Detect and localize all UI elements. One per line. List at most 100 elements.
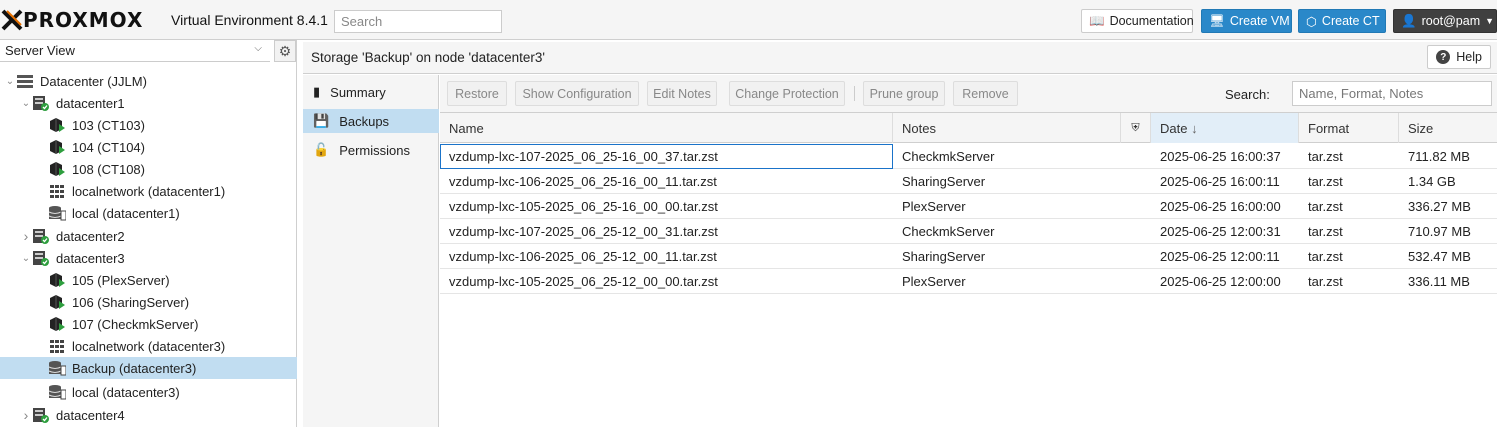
tree-item-label: datacenter1 bbox=[56, 95, 125, 111]
tree-item[interactable]: 104 (CT104) bbox=[0, 136, 297, 158]
gear-icon[interactable]: ⚙ bbox=[274, 40, 296, 62]
container-running-icon bbox=[48, 294, 66, 310]
tree-item[interactable]: ⌄ Datacenter (JJLM) bbox=[0, 70, 297, 92]
book-icon: ▮ bbox=[313, 84, 321, 99]
cell-notes: CheckmkServer bbox=[902, 224, 995, 239]
help-label: Help bbox=[1456, 50, 1482, 64]
restore-button[interactable]: Restore bbox=[447, 81, 507, 106]
content-nav: ▮ Summary 💾 Backups 🔓 Permissions bbox=[303, 75, 439, 427]
create-ct-button[interactable]: ⬡ Create CT bbox=[1298, 9, 1386, 33]
server-view-select[interactable]: Server View ⌵ bbox=[0, 40, 270, 62]
container-running-icon bbox=[48, 316, 66, 332]
tree-item[interactable]: localnetwork (datacenter1) bbox=[0, 180, 297, 202]
nav-summary-label: Summary bbox=[330, 84, 386, 100]
tree-item-label: Datacenter (JJLM) bbox=[40, 73, 147, 89]
nav-backups[interactable]: 💾 Backups bbox=[303, 109, 439, 133]
column-format[interactable]: Format bbox=[1299, 113, 1399, 143]
table-row[interactable]: vzdump-lxc-105-2025_06_25-16_00_00.tar.z… bbox=[440, 194, 1497, 219]
user-menu-button[interactable]: 👤 root@pam ▼ bbox=[1393, 9, 1497, 33]
create-ct-label: Create CT bbox=[1321, 14, 1380, 28]
column-notes-label: Notes bbox=[902, 120, 936, 136]
tree-item[interactable]: 108 (CT108) bbox=[0, 158, 297, 180]
tree-item[interactable]: ⌄ datacenter3 bbox=[0, 247, 297, 269]
show-configuration-button[interactable]: Show Configuration bbox=[515, 81, 639, 106]
network-icon bbox=[48, 338, 66, 354]
resource-tree-panel: Server View ⌵ ⚙ ⌄ Datacenter (JJLM) ⌄ datac… bbox=[0, 40, 297, 427]
cell-name: vzdump-lxc-107-2025_06_25-12_00_31.tar.z… bbox=[449, 224, 718, 239]
cell-date: 2025-06-25 12:00:31 bbox=[1160, 224, 1281, 239]
column-name[interactable]: Name bbox=[440, 113, 893, 143]
collapse-toggle-icon[interactable]: › bbox=[20, 407, 32, 423]
tree-item[interactable]: › datacenter2 bbox=[0, 225, 297, 247]
edit-notes-button[interactable]: Edit Notes bbox=[647, 81, 717, 106]
prune-group-button[interactable]: Prune group bbox=[863, 81, 945, 106]
tree-item[interactable]: localnetwork (datacenter3) bbox=[0, 335, 297, 357]
content-header: Storage 'Backup' on node 'datacenter3' ?… bbox=[303, 42, 1497, 74]
create-vm-button[interactable]: 🖥 Create VM bbox=[1201, 9, 1292, 33]
node-icon bbox=[32, 250, 50, 266]
table-row[interactable]: vzdump-lxc-107-2025_06_25-16_00_37.tar.z… bbox=[440, 144, 1497, 169]
nav-permissions[interactable]: 🔓 Permissions bbox=[303, 138, 439, 162]
table-row[interactable]: vzdump-lxc-106-2025_06_25-16_00_11.tar.z… bbox=[440, 169, 1497, 194]
tree-item[interactable]: › datacenter4 bbox=[0, 404, 297, 426]
documentation-button[interactable]: 📖 Documentation bbox=[1081, 9, 1194, 33]
column-notes[interactable]: Notes bbox=[893, 113, 1121, 143]
cell-date: 2025-06-25 12:00:11 bbox=[1160, 249, 1280, 264]
change-protection-button[interactable]: Change Protection bbox=[729, 81, 845, 106]
cell-name: vzdump-lxc-106-2025_06_25-16_00_11.tar.z… bbox=[449, 174, 717, 189]
network-icon bbox=[48, 183, 66, 199]
server-view-label: Server View bbox=[5, 43, 75, 58]
tree-item[interactable]: 106 (SharingServer) bbox=[0, 291, 297, 313]
cube-icon: ⬡ bbox=[1306, 14, 1317, 29]
tree-item[interactable]: 103 (CT103) bbox=[0, 114, 297, 136]
tree-item[interactable]: Backup (datacenter3) bbox=[0, 357, 297, 379]
node-icon bbox=[32, 95, 50, 111]
tree-item[interactable]: local (datacenter3) bbox=[0, 381, 297, 403]
storage-icon bbox=[48, 360, 67, 376]
cell-protected bbox=[1121, 169, 1151, 194]
container-running-icon bbox=[48, 139, 66, 155]
cell-protected bbox=[1121, 144, 1151, 169]
version-label: Virtual Environment 8.4.1 bbox=[171, 12, 328, 28]
help-button[interactable]: ? Help bbox=[1427, 45, 1491, 69]
chevron-down-icon: ⌵ bbox=[254, 43, 262, 54]
backup-search-input[interactable] bbox=[1292, 81, 1492, 106]
expand-toggle-icon[interactable]: ⌄ bbox=[4, 76, 16, 87]
table-row[interactable]: vzdump-lxc-107-2025_06_25-12_00_31.tar.z… bbox=[440, 219, 1497, 244]
backup-grid-body: vzdump-lxc-107-2025_06_25-16_00_37.tar.z… bbox=[440, 144, 1497, 294]
table-row[interactable]: vzdump-lxc-105-2025_06_25-12_00_00.tar.z… bbox=[440, 269, 1497, 294]
tree-item[interactable]: 105 (PlexServer) bbox=[0, 269, 297, 291]
cell-name: vzdump-lxc-106-2025_06_25-12_00_11.tar.z… bbox=[449, 249, 717, 264]
tree-item-label: localnetwork (datacenter1) bbox=[72, 183, 226, 199]
tree-item[interactable]: ⌄ datacenter1 bbox=[0, 92, 297, 114]
question-icon: ? bbox=[1436, 50, 1451, 64]
cell-size: 336.27 MB bbox=[1408, 199, 1471, 214]
expand-toggle-icon[interactable]: ⌄ bbox=[20, 98, 32, 109]
proxmox-logo[interactable]: PROXMOX bbox=[1, 8, 143, 32]
tree-item[interactable]: local (datacenter1) bbox=[0, 202, 297, 224]
tree-item-label: local (datacenter1) bbox=[72, 205, 180, 221]
collapse-toggle-icon[interactable]: › bbox=[20, 228, 32, 244]
cell-notes: PlexServer bbox=[902, 274, 966, 289]
cell-name: vzdump-lxc-107-2025_06_25-16_00_37.tar.z… bbox=[440, 144, 893, 169]
chevron-down-icon: ▼ bbox=[1485, 16, 1495, 26]
nav-summary[interactable]: ▮ Summary bbox=[303, 80, 439, 104]
global-search-input[interactable] bbox=[334, 10, 502, 33]
cell-size: 532.47 MB bbox=[1408, 249, 1471, 264]
tree-item-label: datacenter2 bbox=[56, 228, 125, 244]
remove-button[interactable]: Remove bbox=[953, 81, 1018, 106]
column-name-label: Name bbox=[449, 120, 484, 136]
tree-item-label: 103 (CT103) bbox=[72, 117, 145, 133]
column-size[interactable]: Size bbox=[1399, 113, 1497, 143]
column-date[interactable]: Date ↓ bbox=[1151, 113, 1299, 143]
tree-item[interactable]: 107 (CheckmkServer) bbox=[0, 313, 297, 335]
grid-header: Name Notes ⛨ Date ↓ Format Size bbox=[440, 113, 1497, 143]
tree-item-label: datacenter3 bbox=[56, 250, 125, 266]
column-protected[interactable]: ⛨ bbox=[1121, 113, 1151, 143]
cell-protected bbox=[1121, 219, 1151, 244]
cell-format: tar.zst bbox=[1308, 224, 1343, 239]
expand-toggle-icon[interactable]: ⌄ bbox=[20, 253, 32, 264]
container-running-icon bbox=[48, 161, 66, 177]
table-row[interactable]: vzdump-lxc-106-2025_06_25-12_00_11.tar.z… bbox=[440, 244, 1497, 269]
nav-backups-label: Backups bbox=[339, 113, 390, 129]
